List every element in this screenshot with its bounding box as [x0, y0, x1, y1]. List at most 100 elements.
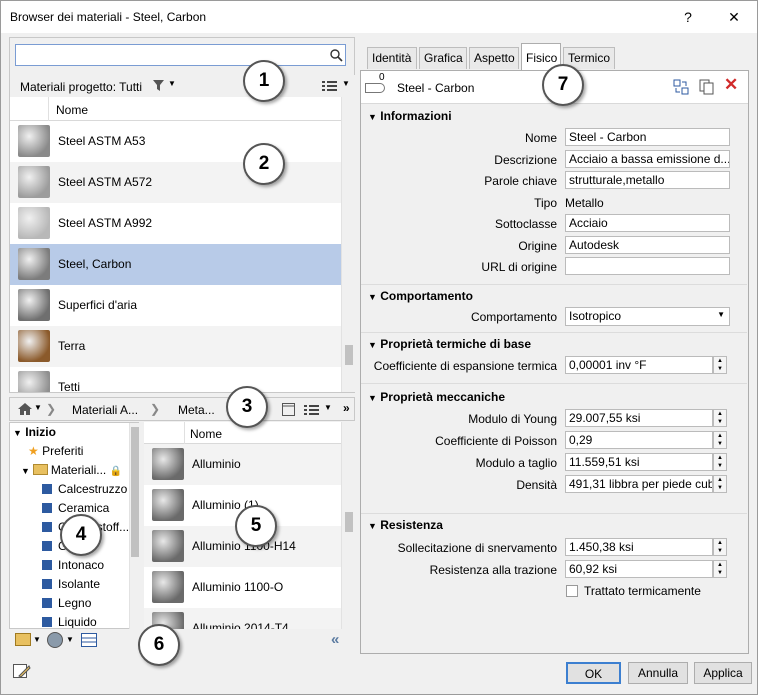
ok-button[interactable]: OK	[566, 662, 621, 684]
property-field[interactable]	[565, 257, 730, 275]
heat-treated-checkbox[interactable]	[566, 585, 578, 597]
property-label: Tipo	[534, 195, 557, 210]
chevron-down-icon[interactable]: ▼	[34, 403, 42, 412]
spinner-icon[interactable]: ▲ ▼	[713, 409, 727, 427]
property-field[interactable]: 11.559,51 ksi	[565, 453, 713, 471]
list-view-icon[interactable]	[322, 80, 338, 92]
list-item[interactable]: Terra	[10, 326, 341, 367]
breadcrumb-item[interactable]: Meta...	[178, 403, 215, 417]
chevron-down-icon[interactable]: ▼	[33, 635, 41, 644]
tree-item-category[interactable]: Legno	[10, 596, 91, 615]
edit-icon[interactable]	[13, 664, 31, 680]
list-item[interactable]: Superfici d'aria	[10, 285, 341, 326]
tab-grafica[interactable]: Grafica	[419, 47, 467, 69]
panel-view-icon[interactable]	[282, 403, 295, 416]
list-item[interactable]: Alluminio 2014-T4	[144, 608, 341, 629]
search-icon[interactable]	[330, 49, 343, 62]
material-swatch-icon	[18, 207, 50, 239]
list-item[interactable]: Steel, Carbon	[10, 244, 341, 285]
list-item[interactable]: Steel ASTM A572	[10, 162, 341, 203]
section-divider	[361, 383, 747, 384]
tree-item-category[interactable]: Intonaco	[10, 558, 104, 577]
help-button[interactable]: ?	[671, 1, 705, 33]
tree-item-category[interactable]: Calcestruzzo	[10, 482, 127, 501]
chevron-down-icon[interactable]: ▼	[66, 635, 74, 644]
duplicate-asset-icon[interactable]	[699, 79, 715, 95]
property-field[interactable]: strutturale,metallo	[565, 171, 730, 189]
material-name: Steel ASTM A53	[58, 134, 146, 148]
property-field[interactable]: 0,29	[565, 431, 713, 449]
delete-asset-icon[interactable]: ✕	[724, 75, 738, 95]
tree-scrollbar[interactable]	[129, 423, 139, 629]
list-item[interactable]: Alluminio 1100-O	[144, 567, 341, 608]
property-field[interactable]: Acciaio a bassa emissione d...	[565, 149, 730, 168]
filter-icon[interactable]	[153, 80, 165, 92]
tree-item-category[interactable]: Liquido	[10, 615, 97, 628]
list-item[interactable]: Steel ASTM A992	[10, 203, 341, 244]
search-input[interactable]	[15, 44, 346, 66]
chevron-down-icon[interactable]: ▼	[342, 79, 350, 88]
tab-identità[interactable]: Identità	[367, 47, 417, 69]
tree-item-library[interactable]: ▼ Materiali... 🔒	[10, 463, 122, 482]
section-info-header[interactable]: ▼ Informazioni	[368, 109, 452, 123]
spinner-icon[interactable]: ▲ ▼	[713, 453, 727, 471]
behavior-select[interactable]: Isotropico ▼	[565, 307, 730, 326]
tree-item-favorites[interactable]: ★ Preferiti	[10, 444, 83, 463]
property-field[interactable]: 29.007,55 ksi	[565, 409, 713, 427]
project-list-scrollbar[interactable]	[341, 97, 355, 392]
list-header: Nome	[10, 97, 341, 121]
material-swatch-icon	[18, 248, 50, 280]
cancel-button[interactable]: Annulla	[628, 662, 688, 684]
category-label: Calcestruzzo	[58, 482, 128, 496]
property-field[interactable]: 491,31 libbra per piede cubico	[565, 475, 713, 493]
property-field[interactable]: Autodesk	[565, 235, 730, 254]
chevron-down-icon[interactable]: ▼	[324, 403, 332, 412]
tab-aspetto[interactable]: Aspetto	[469, 47, 519, 69]
list-item[interactable]: Alluminio	[144, 444, 341, 485]
library-list-scrollbar[interactable]	[341, 422, 355, 629]
table-view-icon[interactable]	[81, 633, 97, 647]
project-materials-list: Nome Steel ASTM A53 Steel ASTM A572 Steel …	[10, 97, 341, 392]
section-strength-header[interactable]: ▼ Resistenza	[368, 518, 443, 532]
thermal-expansion-field[interactable]: 0,00001 inv °F	[565, 356, 713, 374]
property-field[interactable]: Acciaio	[565, 214, 730, 232]
list-item[interactable]: Tetti	[10, 367, 341, 392]
replace-asset-icon[interactable]	[673, 79, 689, 95]
apply-button[interactable]: Applica	[694, 662, 752, 684]
name-column-header[interactable]: Nome	[56, 103, 88, 117]
list-view-icon[interactable]	[304, 404, 320, 416]
material-name: Terra	[58, 339, 86, 353]
scrollbar-thumb[interactable]	[345, 345, 353, 365]
column-divider	[48, 97, 49, 121]
chevron-down-icon[interactable]: ▼	[168, 79, 176, 88]
home-icon[interactable]	[18, 403, 32, 416]
property-field[interactable]: 60,92 ksi	[565, 560, 713, 578]
section-behavior-header[interactable]: ▼ Comportamento	[368, 289, 473, 303]
hand-icon	[365, 83, 385, 93]
name-column-header[interactable]: Nome	[190, 427, 222, 441]
property-label: Nome	[524, 131, 557, 145]
expand-icon[interactable]: »	[343, 401, 350, 415]
scrollbar-thumb[interactable]	[345, 512, 353, 532]
collapse-icon[interactable]: «	[331, 631, 339, 648]
spinner-icon[interactable]: ▲ ▼	[713, 475, 727, 493]
section-thermal-header[interactable]: ▼ Proprietà termiche di base	[368, 337, 531, 351]
scrollbar-thumb[interactable]	[131, 427, 139, 557]
property-field[interactable]: 1.450,38 ksi	[565, 538, 713, 556]
tree-item-category[interactable]: Isolante	[10, 577, 100, 596]
spinner-icon[interactable]: ▲ ▼	[713, 431, 727, 449]
tree-item-root[interactable]: ▼ Inizio	[10, 425, 56, 444]
breadcrumb-item[interactable]: Materiali A...	[72, 403, 138, 417]
create-material-icon[interactable]	[47, 632, 63, 648]
open-library-icon[interactable]	[15, 633, 31, 646]
spinner-icon[interactable]: ▲ ▼	[713, 356, 727, 374]
section-mechanical-header[interactable]: ▼ Proprietà meccaniche	[368, 390, 505, 404]
list-item[interactable]: Steel ASTM A53	[10, 121, 341, 162]
property-field[interactable]: Steel - Carbon	[565, 128, 730, 146]
tree-item-category[interactable]: Ceramica	[10, 501, 109, 520]
category-icon	[42, 598, 52, 608]
callout-badge: 1	[243, 60, 285, 102]
close-button[interactable]: ✕	[717, 1, 751, 33]
spinner-icon[interactable]: ▲ ▼	[713, 560, 727, 578]
spinner-icon[interactable]: ▲ ▼	[713, 538, 727, 556]
